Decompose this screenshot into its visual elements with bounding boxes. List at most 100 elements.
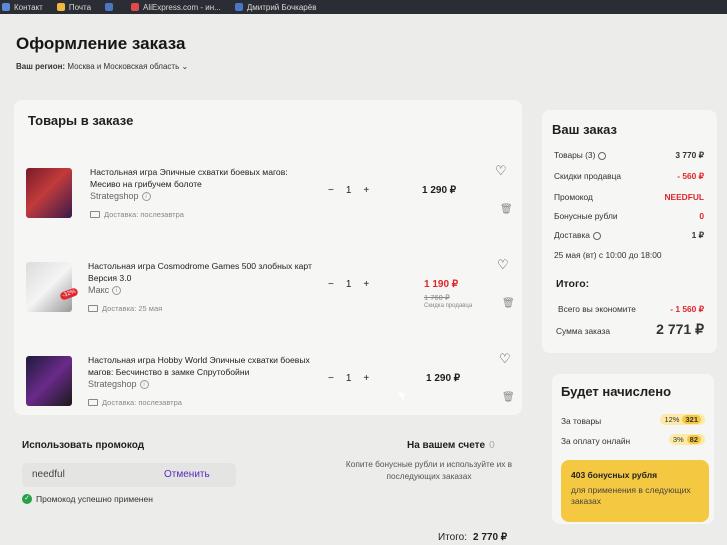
bonus-amount: 321	[682, 415, 701, 424]
check-icon: ✓	[22, 494, 32, 504]
product-name[interactable]: Настольная игра Cosmodrome Games 500 зло…	[88, 260, 318, 284]
account-note: Копите бонусные рубли и используйте их в…	[345, 459, 513, 481]
savings-value: - 1 560 ₽	[670, 304, 704, 314]
bottom-total-label: Итого:	[438, 532, 467, 543]
product-image[interactable]	[26, 262, 72, 312]
region-label: Ваш регион:	[16, 62, 66, 71]
promo-value[interactable]: needful	[32, 469, 65, 480]
bottom-total-value: 2 770 ₽	[472, 532, 508, 543]
bonus-row: За товары 12% 321	[561, 414, 711, 426]
bonus-title: Будет начислено	[561, 384, 672, 399]
delivery-text: Доставка: 25 мая	[102, 304, 163, 313]
seller-label: Strategshop	[90, 191, 139, 201]
browser-tab[interactable]: Контакт	[2, 3, 43, 12]
order-summary-card: Ваш заказ Товары (3) 3 770 ₽ Скидки продав…	[542, 110, 717, 353]
old-price-block: 1 760 ₽	[424, 293, 455, 302]
item-price: 1 290 ₽	[422, 185, 457, 196]
bonus-row-label: За оплату онлайн	[561, 436, 631, 446]
seller-name[interactable]: Макс i	[88, 285, 122, 296]
bonus-pill: 3% 82	[668, 434, 705, 445]
tab-favicon-icon	[56, 3, 65, 11]
itogo-label: Итого:	[556, 278, 590, 290]
summary-row-value: 3 770 ₽	[675, 150, 704, 160]
summary-row: Скидки продавца - 560 ₽	[554, 171, 704, 181]
promo-input[interactable]: needful Отменить	[22, 463, 236, 487]
order-total-label: Сумма заказа	[556, 326, 611, 336]
tab-label: Дмитрий Бочкарёв	[246, 2, 317, 12]
trash-icon[interactable]: 🗑	[502, 392, 515, 403]
plus-button[interactable]: +	[363, 185, 369, 196]
delivery-text: Доставка: послезавтра	[102, 398, 182, 407]
quantity-stepper[interactable]: −1 +	[328, 373, 369, 384]
info-icon[interactable]: i	[141, 192, 151, 202]
tab-favicon-icon	[234, 3, 243, 11]
info-icon[interactable]: i	[139, 380, 149, 390]
old-price: 1 760 ₽	[424, 293, 450, 302]
truck-icon	[90, 211, 100, 218]
tab-label: AliExpress.com - ин...	[143, 2, 221, 12]
summary-row: Бонусные рубли 0	[554, 211, 704, 221]
item-price: 1 290 ₽	[426, 373, 461, 384]
tab-label: Контакт	[14, 2, 43, 12]
heart-icon[interactable]: ♡	[495, 163, 507, 179]
bottom-total: Итого: 2 770 ₽	[438, 532, 507, 543]
truck-icon	[88, 399, 98, 406]
minus-button[interactable]: −	[328, 373, 334, 384]
order-total-value: 2 771 ₽	[656, 321, 704, 337]
product-image[interactable]	[26, 168, 72, 218]
quantity-stepper[interactable]: −1 +	[328, 185, 369, 196]
seller-name[interactable]: Strategshop i	[90, 191, 151, 202]
plus-button[interactable]: +	[363, 373, 369, 384]
summary-row-label: Промокод	[554, 192, 593, 202]
minus-button[interactable]: −	[328, 279, 334, 290]
summary-row: Товары (3) 3 770 ₽	[554, 150, 704, 160]
info-icon[interactable]: i	[112, 286, 122, 296]
trash-icon[interactable]: 🗑	[502, 298, 515, 309]
bonus-card: Будет начислено За товары 12% 321 За оплату…	[552, 374, 714, 524]
seller-label: Макс	[88, 285, 110, 295]
plus-button[interactable]: +	[363, 279, 369, 290]
seller-name[interactable]: Strategshop i	[88, 379, 149, 390]
product-name[interactable]: Настольная игра Эпичные схватки боевых м…	[90, 166, 320, 190]
tab-favicon-icon	[131, 3, 140, 11]
quantity-value: 1	[345, 279, 352, 290]
summary-title: Ваш заказ	[552, 122, 617, 137]
browser-tab[interactable]: Дмитрий Бочкарёв	[234, 2, 317, 12]
bonus-amount: 82	[686, 435, 701, 444]
bonus-total-note: для применения в следующих заказах	[571, 485, 691, 506]
product-image[interactable]	[26, 356, 72, 406]
product-name[interactable]: Настольная игра Hobby World Эпичные схва…	[88, 354, 318, 378]
bonus-row-label: За товары	[561, 416, 602, 426]
quantity-stepper[interactable]: −1 +	[328, 279, 369, 290]
summary-row-value: NEEDFUL	[664, 192, 704, 202]
delivery-info: Доставка: 25 мая	[88, 304, 162, 313]
check-circle-icon[interactable]	[598, 151, 607, 160]
delivery-date: 25 мая (вт) с 10:00 до 18:00	[554, 250, 662, 260]
bonus-percent: 12%	[664, 415, 680, 424]
heart-icon[interactable]: ♡	[499, 351, 511, 367]
quantity-value: 1	[345, 373, 352, 384]
account-title: На вашем счете	[407, 440, 486, 451]
tab-favicon-icon	[105, 3, 114, 11]
summary-row-label: Бонусные рубли	[554, 211, 618, 221]
cart-item: Настольная игра Эпичные схватки боевых м…	[14, 160, 522, 246]
browser-tab[interactable]: Почта	[56, 2, 92, 12]
heart-icon[interactable]: ♡	[497, 257, 509, 273]
browser-tab[interactable]: AliExpress.com - ин...	[131, 3, 221, 12]
cart-item: -32% Настольная игра Cosmodrome Games 50…	[14, 254, 522, 340]
minus-button[interactable]: −	[328, 185, 334, 196]
cart-item: Настольная игра Hobby World Эпичные схва…	[14, 348, 522, 434]
summary-row: Доставка 1 ₽	[554, 230, 704, 240]
tab-label: Почта	[68, 2, 92, 12]
account-balance-value: 0	[489, 440, 495, 451]
page-title: Оформление заказа	[16, 34, 186, 53]
summary-row-value: 0	[699, 211, 704, 221]
summary-row-label: Скидки продавца	[554, 171, 622, 181]
browser-tab[interactable]	[105, 3, 117, 11]
check-circle-icon[interactable]	[592, 231, 601, 240]
trash-icon[interactable]: 🗑	[500, 204, 513, 215]
promo-success: ✓ Промокод успешно применен	[22, 494, 153, 504]
region-selector[interactable]: Ваш регион: Москва и Московская область …	[16, 62, 188, 71]
summary-row: Промокод NEEDFUL	[554, 192, 704, 202]
promo-cancel-button[interactable]: Отменить	[164, 469, 210, 480]
